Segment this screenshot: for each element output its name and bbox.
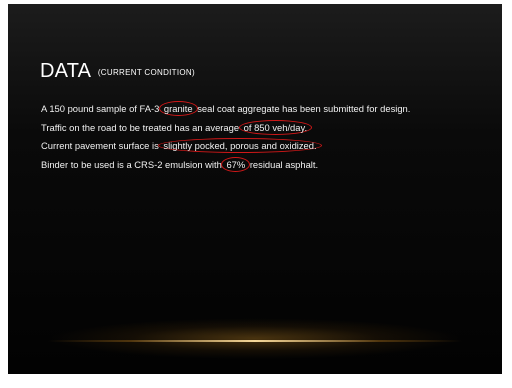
slide-body: A 150 pound sample of FA-3 granite seal …	[41, 101, 410, 175]
decorative-glow	[8, 300, 502, 360]
slide-subtitle: (CURRENT CONDITION)	[97, 68, 195, 77]
slide-title-text: DATA	[40, 60, 91, 82]
line-4-text-before: Binder to be used is a CRS-2 emulsion wi…	[41, 158, 222, 170]
slide-title: DATA (CURRENT CONDITION)	[40, 60, 195, 83]
body-line-binder: Binder to be used is a CRS-2 emulsion wi…	[41, 156, 410, 176]
presentation-slide: DATA (CURRENT CONDITION) A 150 pound sam…	[8, 4, 502, 374]
circled-annotation-granite: granite	[158, 101, 198, 116]
line-2-text-before: Traffic on the road to be treated has an…	[41, 121, 240, 133]
line-1-text-before: A 150 pound sample of FA-3	[41, 103, 160, 114]
line-3-text-before: Current pavement surface is	[41, 140, 159, 151]
circled-annotation-percent: 67%	[221, 156, 251, 172]
body-line-surface: Current pavement surface is slightly poc…	[41, 138, 410, 157]
body-line-traffic: Traffic on the road to be treated has an…	[41, 119, 410, 139]
circled-annotation-traffic: of 850 veh/day.	[238, 119, 313, 135]
body-line-sample: A 150 pound sample of FA-3 granite seal …	[41, 101, 410, 120]
line-4-text-after: residual asphalt.	[249, 158, 319, 170]
decorative-horizon-line	[48, 340, 462, 342]
line-1-text-after: seal coat aggregate has been submitted f…	[197, 103, 411, 114]
circled-annotation-surface: slightly pocked, porous and oxidized.	[158, 138, 322, 153]
